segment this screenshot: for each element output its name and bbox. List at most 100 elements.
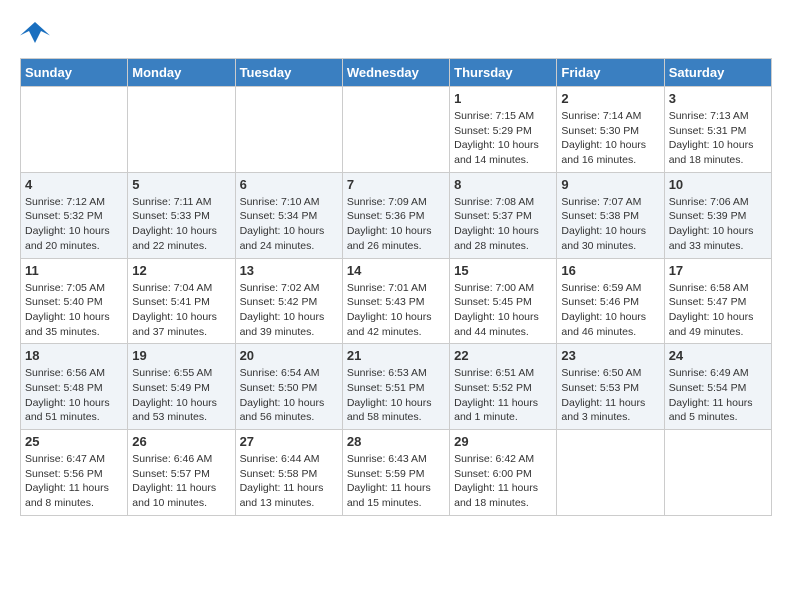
day-info: Sunrise: 6:44 AMSunset: 5:58 PMDaylight:… [240,452,338,511]
calendar-cell: 22 Sunrise: 6:51 AMSunset: 5:52 PMDayligh… [450,344,557,430]
calendar-cell: 7 Sunrise: 7:09 AMSunset: 5:36 PMDaylight… [342,172,449,258]
day-info: Sunrise: 6:55 AMSunset: 5:49 PMDaylight:… [132,366,230,425]
day-number: 10 [669,177,767,192]
calendar-cell [342,87,449,173]
weekday-header-friday: Friday [557,59,664,87]
calendar-week-row: 1 Sunrise: 7:15 AMSunset: 5:29 PMDaylight… [21,87,772,173]
day-info: Sunrise: 6:59 AMSunset: 5:46 PMDaylight:… [561,281,659,340]
weekday-header-thursday: Thursday [450,59,557,87]
day-info: Sunrise: 7:14 AMSunset: 5:30 PMDaylight:… [561,109,659,168]
day-number: 7 [347,177,445,192]
day-number: 29 [454,434,552,449]
calendar-cell: 17 Sunrise: 6:58 AMSunset: 5:47 PMDayligh… [664,258,771,344]
day-number: 23 [561,348,659,363]
day-info: Sunrise: 6:42 AMSunset: 6:00 PMDaylight:… [454,452,552,511]
day-info: Sunrise: 6:53 AMSunset: 5:51 PMDaylight:… [347,366,445,425]
calendar-week-row: 11Sunrise: 7:05 AMSunset: 5:40 PMDayligh… [21,258,772,344]
calendar-cell [21,87,128,173]
calendar-cell: 29 Sunrise: 6:42 AMSunset: 6:00 PMDayligh… [450,430,557,516]
calendar-cell: 15Sunrise: 7:00 AMSunset: 5:45 PMDayligh… [450,258,557,344]
day-number: 12 [132,263,230,278]
calendar-cell: 24Sunrise: 6:49 AMSunset: 5:54 PMDayligh… [664,344,771,430]
calendar-cell: 5 Sunrise: 7:11 AMSunset: 5:33 PMDaylight… [128,172,235,258]
calendar-cell: 25 Sunrise: 6:47 AMSunset: 5:56 PMDayligh… [21,430,128,516]
day-number: 19 [132,348,230,363]
day-number: 21 [347,348,445,363]
weekday-header-saturday: Saturday [664,59,771,87]
calendar-cell: 26 Sunrise: 6:46 AMSunset: 5:57 PMDayligh… [128,430,235,516]
calendar-cell: 27 Sunrise: 6:44 AMSunset: 5:58 PMDayligh… [235,430,342,516]
day-number: 1 [454,91,552,106]
day-info: Sunrise: 7:07 AMSunset: 5:38 PMDaylight:… [561,195,659,254]
calendar-cell: 28 Sunrise: 6:43 AMSunset: 5:59 PMDayligh… [342,430,449,516]
day-number: 28 [347,434,445,449]
calendar-cell [235,87,342,173]
calendar-cell: 20 Sunrise: 6:54 AMSunset: 5:50 PMDayligh… [235,344,342,430]
calendar-cell: 2 Sunrise: 7:14 AMSunset: 5:30 PMDaylight… [557,87,664,173]
calendar-cell: 6 Sunrise: 7:10 AMSunset: 5:34 PMDaylight… [235,172,342,258]
day-number: 18 [25,348,123,363]
day-number: 14 [347,263,445,278]
calendar-cell: 1 Sunrise: 7:15 AMSunset: 5:29 PMDaylight… [450,87,557,173]
day-info: Sunrise: 6:47 AMSunset: 5:56 PMDaylight:… [25,452,123,511]
day-info: Sunrise: 6:50 AMSunset: 5:53 PMDaylight:… [561,366,659,425]
calendar-cell: 8 Sunrise: 7:08 AMSunset: 5:37 PMDaylight… [450,172,557,258]
day-info: Sunrise: 7:08 AMSunset: 5:37 PMDaylight:… [454,195,552,254]
day-number: 27 [240,434,338,449]
day-number: 2 [561,91,659,106]
calendar-cell: 18 Sunrise: 6:56 AMSunset: 5:48 PMDayligh… [21,344,128,430]
logo [20,20,54,48]
calendar-cell: 23 Sunrise: 6:50 AMSunset: 5:53 PMDayligh… [557,344,664,430]
day-info: Sunrise: 7:09 AMSunset: 5:36 PMDaylight:… [347,195,445,254]
day-number: 24 [669,348,767,363]
day-number: 16 [561,263,659,278]
day-number: 6 [240,177,338,192]
day-info: Sunrise: 7:11 AMSunset: 5:33 PMDaylight:… [132,195,230,254]
day-number: 3 [669,91,767,106]
calendar-week-row: 18 Sunrise: 6:56 AMSunset: 5:48 PMDayligh… [21,344,772,430]
day-number: 22 [454,348,552,363]
weekday-header-tuesday: Tuesday [235,59,342,87]
day-info: Sunrise: 6:43 AMSunset: 5:59 PMDaylight:… [347,452,445,511]
calendar-cell: 10 Sunrise: 7:06 AMSunset: 5:39 PMDayligh… [664,172,771,258]
day-info: Sunrise: 7:02 AMSunset: 5:42 PMDaylight:… [240,281,338,340]
day-number: 5 [132,177,230,192]
day-info: Sunrise: 6:58 AMSunset: 5:47 PMDaylight:… [669,281,767,340]
day-number: 15 [454,263,552,278]
calendar-cell: 3 Sunrise: 7:13 AMSunset: 5:31 PMDaylight… [664,87,771,173]
calendar-cell: 4 Sunrise: 7:12 AMSunset: 5:32 PMDaylight… [21,172,128,258]
day-info: Sunrise: 7:15 AMSunset: 5:29 PMDaylight:… [454,109,552,168]
weekday-header-monday: Monday [128,59,235,87]
day-number: 9 [561,177,659,192]
day-number: 4 [25,177,123,192]
day-info: Sunrise: 7:13 AMSunset: 5:31 PMDaylight:… [669,109,767,168]
calendar-cell [128,87,235,173]
weekday-header-sunday: Sunday [21,59,128,87]
day-number: 8 [454,177,552,192]
calendar-cell: 13 Sunrise: 7:02 AMSunset: 5:42 PMDayligh… [235,258,342,344]
day-info: Sunrise: 7:04 AMSunset: 5:41 PMDaylight:… [132,281,230,340]
weekday-header-row: SundayMondayTuesdayWednesdayThursdayFrid… [21,59,772,87]
calendar-cell [664,430,771,516]
day-number: 13 [240,263,338,278]
calendar-cell: 21 Sunrise: 6:53 AMSunset: 5:51 PMDayligh… [342,344,449,430]
calendar-cell: 16 Sunrise: 6:59 AMSunset: 5:46 PMDayligh… [557,258,664,344]
day-info: Sunrise: 6:51 AMSunset: 5:52 PMDaylight:… [454,366,552,425]
day-number: 25 [25,434,123,449]
day-info: Sunrise: 7:10 AMSunset: 5:34 PMDaylight:… [240,195,338,254]
day-info: Sunrise: 6:46 AMSunset: 5:57 PMDaylight:… [132,452,230,511]
calendar-table: SundayMondayTuesdayWednesdayThursdayFrid… [20,58,772,516]
day-info: Sunrise: 6:56 AMSunset: 5:48 PMDaylight:… [25,366,123,425]
calendar-cell: 11Sunrise: 7:05 AMSunset: 5:40 PMDayligh… [21,258,128,344]
calendar-cell: 14Sunrise: 7:01 AMSunset: 5:43 PMDayligh… [342,258,449,344]
day-number: 11 [25,263,123,278]
day-info: Sunrise: 6:54 AMSunset: 5:50 PMDaylight:… [240,366,338,425]
day-info: Sunrise: 7:06 AMSunset: 5:39 PMDaylight:… [669,195,767,254]
calendar-week-row: 25 Sunrise: 6:47 AMSunset: 5:56 PMDayligh… [21,430,772,516]
day-info: Sunrise: 7:12 AMSunset: 5:32 PMDaylight:… [25,195,123,254]
day-number: 20 [240,348,338,363]
calendar-cell: 19 Sunrise: 6:55 AMSunset: 5:49 PMDayligh… [128,344,235,430]
calendar-cell: 9 Sunrise: 7:07 AMSunset: 5:38 PMDaylight… [557,172,664,258]
day-number: 26 [132,434,230,449]
day-number: 17 [669,263,767,278]
